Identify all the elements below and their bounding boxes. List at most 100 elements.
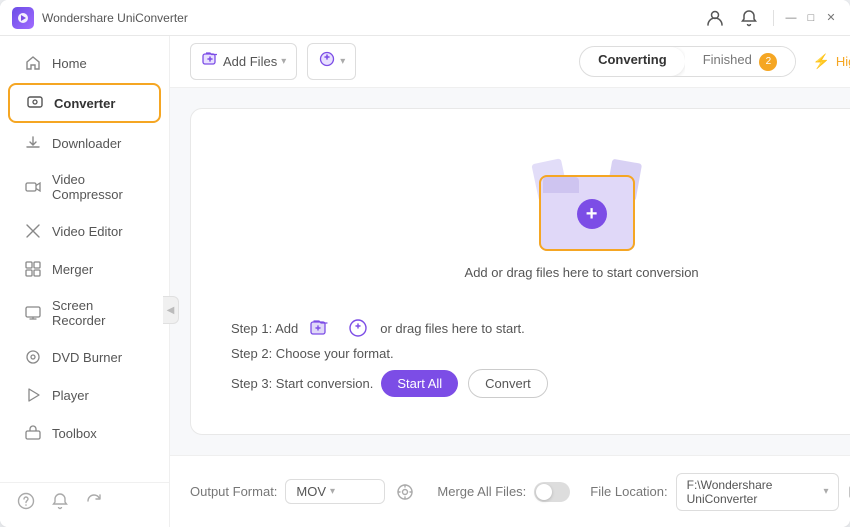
add-url-icon [318, 50, 336, 73]
toggle-thumb [536, 484, 552, 500]
file-location-field: File Location: F:\Wondershare UniConvert… [590, 473, 850, 511]
account-icon[interactable] [701, 4, 729, 32]
downloader-icon [24, 134, 42, 152]
merger-icon [24, 260, 42, 278]
add-files-icon [201, 50, 219, 73]
collapse-sidebar-button[interactable]: ◀ [163, 296, 179, 324]
drop-zone[interactable]: + Add or drag files here to start conver… [190, 108, 850, 435]
output-format-field: Output Format: MOV ▾ [190, 479, 417, 504]
step-3-actions: Start All Convert [381, 369, 547, 398]
dvd-burner-icon [24, 348, 42, 366]
step-3-row: Step 3: Start conversion. Start All Conv… [231, 369, 850, 398]
finished-count-badge: 2 [759, 53, 777, 71]
sidebar-item-toolbox-label: Toolbox [52, 426, 97, 441]
drop-zone-wrapper: + Add or drag files here to start conver… [170, 88, 850, 455]
close-button[interactable]: ✕ [824, 11, 838, 25]
output-format-label: Output Format: [190, 484, 277, 499]
content-area: Add Files ▾ ▾ [170, 36, 850, 527]
output-format-select[interactable]: MOV ▾ [285, 479, 385, 504]
notifications-icon[interactable] [50, 491, 70, 511]
sidebar-item-converter-label: Converter [54, 96, 115, 111]
sidebar-item-merger[interactable]: Merger [8, 251, 161, 287]
file-location-label: File Location: [590, 484, 667, 499]
add-files-button[interactable]: Add Files ▾ [190, 43, 297, 80]
minimize-button[interactable]: — [784, 11, 798, 25]
convert-button[interactable]: Convert [468, 369, 548, 398]
tab-group: Converting Finished 2 [579, 46, 796, 77]
home-icon [24, 54, 42, 72]
sidebar-item-video-editor[interactable]: Video Editor [8, 213, 161, 249]
player-icon [24, 386, 42, 404]
high-speed-label: High Speed Conversion [836, 54, 850, 69]
top-bar-right: ⚡ High Speed Conversion [812, 53, 850, 70]
help-icon[interactable] [16, 491, 36, 511]
step-2-label: Step 2: Choose your format. [231, 346, 394, 361]
top-bar-actions: Add Files ▾ ▾ [190, 43, 563, 80]
sidebar-item-screen-recorder-label: Screen Recorder [52, 298, 145, 328]
step-1-or: or drag files here to start. [380, 321, 525, 336]
sidebar-item-dvd-burner-label: DVD Burner [52, 350, 122, 365]
sidebar-bottom [0, 482, 169, 519]
title-bar: Wondershare UniConverter — □ ✕ [0, 0, 850, 36]
sidebar-item-screen-recorder[interactable]: Screen Recorder [8, 289, 161, 337]
file-location-select[interactable]: F:\Wondershare UniConverter ▾ [676, 473, 840, 511]
step-1-label: Step 1: Add [231, 321, 298, 336]
drop-zone-text: Add or drag files here to start conversi… [465, 265, 699, 280]
bell-icon[interactable] [735, 4, 763, 32]
file-location-value: F:\Wondershare UniConverter [687, 478, 820, 506]
step-2-row: Step 2: Choose your format. [231, 346, 850, 361]
maximize-button[interactable]: □ [804, 11, 818, 25]
app-title: Wondershare UniConverter [42, 11, 701, 25]
sidebar-item-downloader-label: Downloader [52, 136, 121, 151]
refresh-icon[interactable] [84, 491, 104, 511]
main-layout: Home Converter Downloader Video Compress… [0, 36, 850, 527]
sidebar-item-home[interactable]: Home [8, 45, 161, 81]
sidebar-item-converter[interactable]: Converter [8, 83, 161, 123]
add-url-inline-icon [348, 318, 368, 338]
merge-all-label: Merge All Files: [437, 484, 526, 499]
drop-zone-steps: Step 1: Add [211, 302, 850, 414]
sidebar-item-merger-label: Merger [52, 262, 93, 277]
tab-converting-label: Converting [598, 52, 667, 67]
drop-zone-main: + Add or drag files here to start conver… [465, 129, 699, 302]
start-all-button[interactable]: Start All [381, 370, 458, 397]
step-1-row: Step 1: Add [231, 318, 850, 338]
sidebar: Home Converter Downloader Video Compress… [0, 36, 170, 527]
tb-separator [773, 10, 774, 26]
drop-folder-illustration: + [527, 151, 637, 241]
add-file-inline-icon [310, 319, 332, 337]
sidebar-item-dvd-burner[interactable]: DVD Burner [8, 339, 161, 375]
sidebar-item-video-compressor-label: Video Compressor [52, 172, 145, 202]
sidebar-item-home-label: Home [52, 56, 87, 71]
app-logo [12, 7, 34, 29]
format-settings-icon[interactable] [393, 480, 417, 504]
sidebar-item-video-editor-label: Video Editor [52, 224, 123, 239]
toolbox-icon [24, 424, 42, 442]
file-location-chevron: ▾ [823, 486, 828, 497]
output-format-value: MOV [296, 484, 326, 499]
title-bar-controls: — □ ✕ [701, 4, 838, 32]
lightning-icon: ⚡ [812, 53, 829, 70]
merge-all-toggle-wrap [534, 482, 570, 502]
converter-icon [26, 94, 44, 112]
app-window: Wondershare UniConverter — □ ✕ Home [0, 0, 850, 527]
add-url-button[interactable]: ▾ [307, 43, 356, 80]
add-files-label: Add Files [223, 54, 277, 69]
tab-finished[interactable]: Finished 2 [685, 47, 796, 76]
video-compressor-icon [24, 178, 42, 196]
sidebar-item-video-compressor[interactable]: Video Compressor [8, 163, 161, 211]
sidebar-item-downloader[interactable]: Downloader [8, 125, 161, 161]
format-select-chevron: ▾ [330, 486, 335, 497]
tab-finished-label: Finished [703, 52, 752, 67]
merge-all-field: Merge All Files: [437, 482, 570, 502]
merge-all-toggle[interactable] [534, 482, 570, 502]
sidebar-item-toolbox[interactable]: Toolbox [8, 415, 161, 451]
tab-converting[interactable]: Converting [580, 47, 685, 76]
sidebar-item-player[interactable]: Player [8, 377, 161, 413]
video-editor-icon [24, 222, 42, 240]
step-3-label: Step 3: Start conversion. [231, 376, 373, 391]
sidebar-item-player-label: Player [52, 388, 89, 403]
add-files-chevron: ▾ [281, 56, 286, 67]
screen-recorder-icon [24, 304, 42, 322]
add-url-chevron: ▾ [340, 56, 345, 67]
